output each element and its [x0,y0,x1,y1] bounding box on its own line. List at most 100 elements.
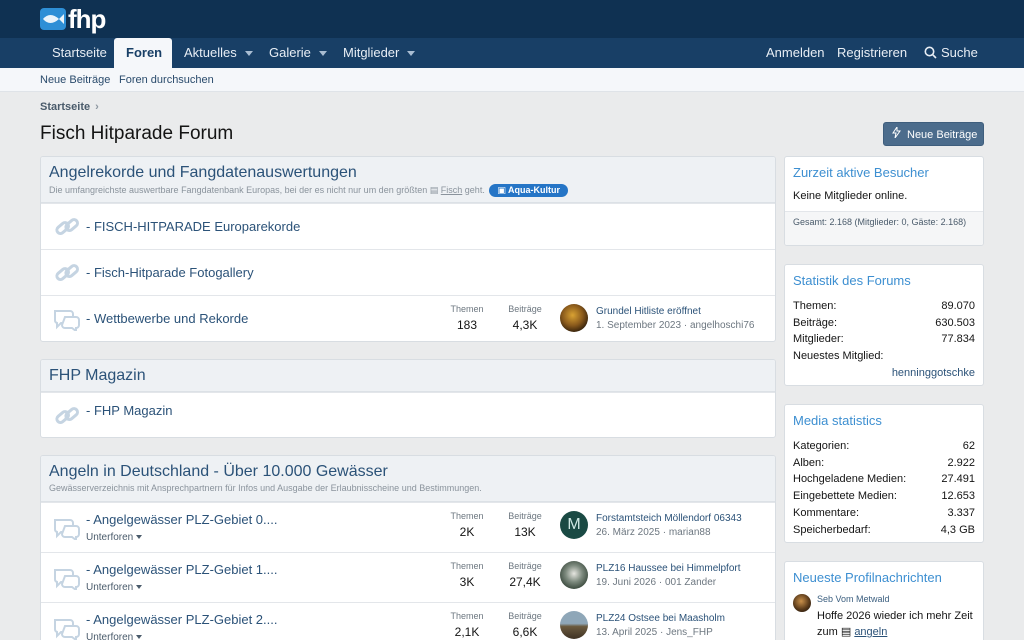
last-post-title[interactable]: PLZ16 Haussee bei Himmelpfort [596,563,741,574]
category-header: FHP Magazin [41,360,775,392]
register-link[interactable]: Registrieren [825,38,919,68]
chevron-down-icon [136,535,143,540]
threads-count: 3K [459,575,475,589]
last-post-meta: 1. September 2023 · angelhoschi76 [596,320,755,331]
widget-title[interactable]: Zurzeit aktive Besucher [785,157,983,187]
last-post-meta: 13. April 2025 · Jens_FHP [596,627,713,638]
stat-value: 630.503 [935,316,975,329]
chevron-down-icon [136,635,143,640]
avatar[interactable] [793,594,811,612]
category-header: Angelrekorde und Fangdatenauswertungen D… [41,157,775,203]
link-icon [55,264,80,281]
aqua-kultur-badge[interactable]: ▣ Aqua-Kultur [489,184,569,197]
posts-count: 27,4K [509,575,541,589]
page-title: Fisch Hitparade Forum [40,123,234,144]
stat-key: Beiträge: [793,316,838,329]
last-post-title[interactable]: Forstamtsteich Möllendorf 06343 [596,513,742,524]
forum-title[interactable]: - Fisch-Hitparade Fotogallery [86,265,254,280]
badge-label: Aqua-Kultur [508,185,561,195]
forum-title[interactable]: - Angelgewässer PLZ-Gebiet 2.... [86,612,277,627]
search-link[interactable]: Suche [912,38,990,68]
logo-text: fhp [68,3,106,34]
description-link[interactable]: Fisch [441,185,463,195]
new-posts-link[interactable]: Neue Beiträge [40,68,110,92]
search-icon [924,46,937,59]
stat-row: Kategorien: 62 [793,438,975,455]
nav-forums[interactable]: Foren [114,38,172,68]
new-posts-button[interactable]: Neue Beiträge [883,122,984,146]
widget-title[interactable]: Media statistics [785,405,983,435]
forum-node: - Angelgewässer PLZ-Gebiet 1.... Unterfo… [41,552,775,602]
nav-news-label: Aktuelles [184,45,237,60]
forum-title[interactable]: - FHP Magazin [86,403,172,418]
search-forums-link[interactable]: Foren durchsuchen [119,68,214,92]
stat-value: 89.070 [941,300,975,312]
stat-key: Eingebettete Medien: [793,490,897,503]
stat-row: Kommentare: 3.337 [793,505,975,522]
category-title[interactable]: Angeln in Deutschland - Über 10.000 Gewä… [49,463,767,481]
chevron-down-icon[interactable] [244,51,253,57]
stat-value: 3.337 [947,506,975,519]
last-post-meta: 19. Juni 2026 · 001 Zander [596,577,717,588]
last-post-title[interactable]: PLZ24 Ostsee bei Maasholm [596,613,725,624]
forum-node: - Angelgewässer PLZ-Gebiet 0.... Unterfo… [41,502,775,552]
category-angelrekorde: Angelrekorde und Fangdatenauswertungen D… [40,156,776,342]
threads-stat: Themen 2,1K [437,611,497,639]
forum-title[interactable]: - FISCH-HITPARADE Europarekorde [86,219,300,234]
last-post-user[interactable]: Jens_FHP [666,627,713,638]
posts-label: Beiträge [508,511,542,521]
forum-stats-widget: Statistik des Forums Themen: 89.070 Beitr… [784,264,984,386]
forum-title[interactable]: - Angelgewässer PLZ-Gebiet 1.... [86,562,277,577]
profile-post: Seb Vom Metwald Hoffe 2026 wieder ich me… [785,592,983,638]
fish-logo-icon [40,8,66,30]
last-post-date[interactable]: 26. März 2025 [596,527,660,538]
nav-news[interactable]: Aktuelles [172,38,265,68]
newest-member-link[interactable]: henninggotschke [892,365,975,382]
profile-post-link[interactable]: angeln [854,626,887,638]
site-header: fhp [0,0,1024,38]
avatar[interactable] [560,561,588,589]
chevron-down-icon[interactable] [318,51,327,57]
forum-title[interactable]: - Angelgewässer PLZ-Gebiet 0.... [86,512,277,527]
subforums-toggle[interactable]: Unterforen [86,582,143,593]
nav-gallery[interactable]: Galerie [257,38,339,68]
breadcrumb-home[interactable]: Startseite [40,101,90,113]
category-title[interactable]: Angelrekorde und Fangdatenauswertungen [49,164,767,182]
stats-list: Themen: 89.070 Beiträge: 630.503 Mitgliede… [785,295,983,382]
posts-stat: Beiträge 13K [495,511,555,539]
profile-post-author[interactable]: Seb Vom Metwald [817,594,890,604]
subforums-toggle[interactable]: Unterforen [86,632,143,640]
nav-members[interactable]: Mitglieder [331,38,427,68]
bolt-icon [892,123,901,147]
chevron-down-icon[interactable] [407,51,416,57]
nav-home[interactable]: Startseite [40,38,119,68]
widget-title[interactable]: Statistik des Forums [785,265,983,295]
posts-stat: Beiträge 27,4K [495,561,555,589]
last-post-date[interactable]: 1. September 2023 [596,320,681,331]
last-post-user[interactable]: angelhoschi76 [690,320,755,331]
last-post-user[interactable]: 001 Zander [665,577,716,588]
last-post-user[interactable]: marian88 [669,527,711,538]
subforums-label: Unterforen [86,632,134,640]
widget-title[interactable]: Neueste Profilnachrichten [785,562,983,592]
avatar[interactable] [560,304,588,332]
avatar[interactable] [560,611,588,639]
category-title[interactable]: FHP Magazin [49,367,767,385]
stat-value: 27.491 [941,473,975,486]
threads-count: 183 [456,318,478,332]
last-post-date[interactable]: 19. Juni 2026 [596,577,656,588]
avatar[interactable]: M [560,511,588,539]
forum-node: - FHP Magazin [41,392,775,437]
posts-count: 6,6K [512,625,538,639]
last-post-date[interactable]: 13. April 2025 [596,627,657,638]
forum-node: - Wettbewerbe und Rekorde Themen 183 Beit… [41,295,775,341]
visitors-text: Keine Mitglieder online. [793,190,908,202]
stat-value: 77.834 [941,333,975,346]
tag-icon: ▣ [497,185,509,195]
description-end: geht. [462,185,485,195]
site-logo[interactable]: fhp [40,3,106,34]
subforums-toggle[interactable]: Unterforen [86,532,143,543]
last-post-title[interactable]: Grundel Hitliste eröffnet [596,306,701,317]
link-icon [55,218,80,235]
forum-title[interactable]: - Wettbewerbe und Rekorde [86,311,248,326]
